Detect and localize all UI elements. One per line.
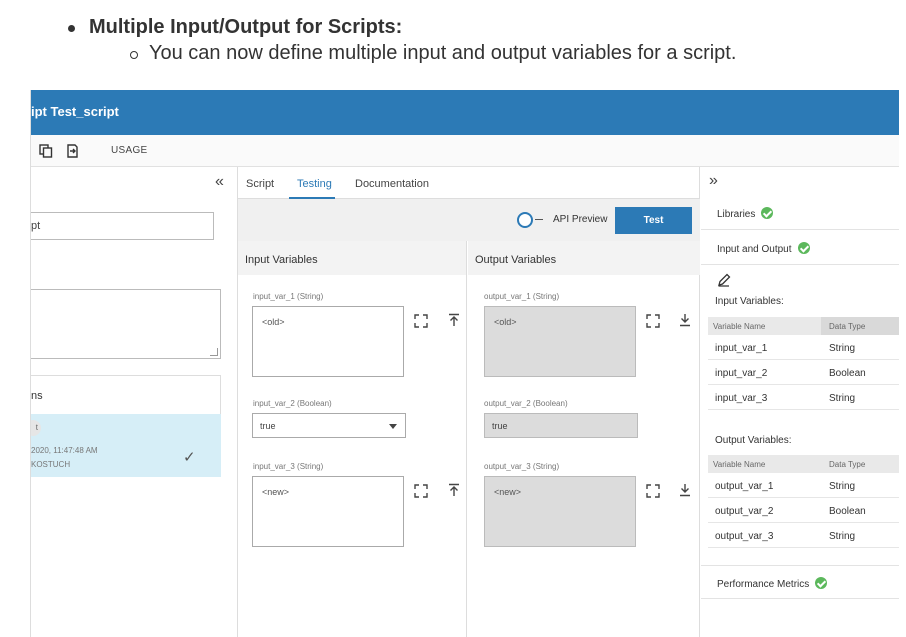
- input-variables-column: Input Variables input_var_1 (String) <ol…: [238, 241, 467, 637]
- performance-metrics-section[interactable]: Performance Metrics: [701, 565, 899, 599]
- bullet-dot-icon: [68, 25, 75, 32]
- api-preview-toggle[interactable]: [517, 212, 533, 228]
- expand-right-icon[interactable]: »: [709, 172, 718, 190]
- chevron-down-icon: [389, 424, 397, 429]
- title-bar: ipt Test_script: [31, 90, 899, 135]
- upload-icon[interactable]: [447, 483, 461, 497]
- input-variables-header: Input Variables: [238, 241, 466, 275]
- column-variable-name: Variable Name: [713, 460, 766, 469]
- doc-bullets: Multiple Input/Output for Scripts: You c…: [0, 0, 906, 88]
- libraries-section[interactable]: Libraries: [701, 196, 899, 230]
- export-icon[interactable]: [65, 144, 79, 158]
- row-variable-name: output_var_1: [715, 481, 774, 492]
- download-icon[interactable]: [678, 483, 692, 497]
- row-data-type: String: [829, 481, 856, 492]
- right-panel: » Libraries Input and Output Input Varia…: [701, 167, 899, 637]
- row-data-type: String: [829, 343, 856, 354]
- output-var-1-label: output_var_1 (String): [484, 292, 560, 301]
- check-circle-icon: [761, 207, 774, 219]
- output-variables-title: Output Variables:: [715, 435, 792, 446]
- check-circle-icon: [815, 577, 828, 589]
- performance-metrics-label: Performance Metrics: [717, 579, 810, 590]
- version-user: KOSTUCH: [31, 460, 71, 469]
- row-variable-name: output_var_3: [715, 531, 774, 542]
- output-var-1-field: <old>: [484, 306, 636, 377]
- row-variable-name: input_var_2: [715, 368, 768, 379]
- window-title: ipt Test_script: [31, 104, 119, 119]
- output-var-3-label: output_var_3 (String): [484, 462, 560, 471]
- left-panel: « pt ns t 2020, 11:47:48 AM KOSTUCH ✓: [31, 167, 238, 637]
- input-var-1-field[interactable]: <old>: [252, 306, 404, 377]
- collapse-left-icon[interactable]: «: [215, 173, 224, 191]
- column-variable-name: Variable Name: [713, 322, 766, 331]
- center-panel: Script Testing Documentation API Preview…: [238, 167, 700, 637]
- bullet-circle-icon: [130, 51, 138, 59]
- column-data-type: Data Type: [829, 322, 866, 331]
- version-item-selected[interactable]: t 2020, 11:47:48 AM KOSTUCH ✓: [31, 414, 221, 477]
- api-preview-label: API Preview: [553, 214, 608, 225]
- row-data-type: String: [829, 393, 856, 404]
- table-row: input_var_1 String: [708, 335, 899, 360]
- input-var-2-value: true: [260, 421, 276, 431]
- input-var-1-label: input_var_1 (String): [253, 292, 324, 301]
- expand-icon[interactable]: [414, 314, 428, 328]
- tab-bar: Script Testing Documentation: [238, 167, 700, 199]
- output-var-2-field: true: [484, 413, 638, 438]
- input-output-label: Input and Output: [717, 244, 792, 255]
- bullet-sub-text: You can now define multiple input and ou…: [149, 42, 737, 64]
- row-data-type: Boolean: [829, 506, 866, 517]
- test-action-bar: API Preview Test: [238, 199, 700, 241]
- table-row: output_var_1 String: [708, 473, 899, 498]
- tab-script[interactable]: Script: [246, 178, 274, 190]
- output-variables-header: Output Variables: [468, 241, 700, 275]
- row-variable-name: input_var_3: [715, 393, 768, 404]
- description-textarea[interactable]: [31, 289, 221, 359]
- avatar: t: [31, 420, 41, 436]
- table-header: Variable Name Data Type: [708, 455, 899, 473]
- tab-documentation[interactable]: Documentation: [355, 178, 429, 190]
- column-data-type: Data Type: [829, 460, 866, 469]
- tab-testing[interactable]: Testing: [297, 178, 332, 190]
- output-var-3-field: <new>: [484, 476, 636, 547]
- libraries-label: Libraries: [717, 209, 756, 220]
- output-variables-column: Output Variables output_var_1 (String) <…: [468, 241, 700, 637]
- upload-icon[interactable]: [447, 313, 461, 327]
- row-variable-name: input_var_1: [715, 343, 768, 354]
- input-var-2-select[interactable]: true: [252, 413, 406, 438]
- versions-header: ns: [31, 390, 43, 402]
- script-name-input[interactable]: pt: [31, 212, 214, 240]
- pencil-icon[interactable]: [717, 273, 731, 287]
- row-variable-name: output_var_2: [715, 506, 774, 517]
- checkmark-icon: ✓: [183, 449, 196, 466]
- input-var-3-field[interactable]: <new>: [252, 476, 404, 547]
- usage-button[interactable]: USAGE: [111, 145, 148, 156]
- table-row: input_var_3 String: [708, 385, 899, 410]
- table-row: input_var_2 Boolean: [708, 360, 899, 385]
- input-variables-title: Input Variables:: [715, 296, 784, 307]
- toggle-track: [535, 219, 543, 220]
- download-icon[interactable]: [678, 313, 692, 327]
- expand-icon[interactable]: [646, 314, 660, 328]
- expand-icon[interactable]: [414, 484, 428, 498]
- input-var-2-label: input_var_2 (Boolean): [253, 399, 332, 408]
- table-row: output_var_3 String: [708, 523, 899, 548]
- copy-icon[interactable]: [39, 144, 53, 158]
- table-header: Variable Name Data Type: [708, 317, 899, 335]
- resize-grip-icon[interactable]: [210, 348, 218, 356]
- script-editor-window: ipt Test_script USAGE « pt ns t 2020, 11…: [30, 90, 899, 637]
- bullet-title: Multiple Input/Output for Scripts:: [89, 16, 403, 38]
- versions-list: ns t 2020, 11:47:48 AM KOSTUCH ✓: [31, 375, 221, 477]
- input-var-3-label: input_var_3 (String): [253, 462, 324, 471]
- test-button[interactable]: Test: [615, 207, 692, 234]
- row-data-type: String: [829, 531, 856, 542]
- output-var-2-label: output_var_2 (Boolean): [484, 399, 568, 408]
- check-circle-icon: [797, 242, 810, 254]
- toolbar: USAGE: [31, 135, 899, 167]
- expand-icon[interactable]: [646, 484, 660, 498]
- version-date: 2020, 11:47:48 AM: [31, 446, 98, 455]
- row-data-type: Boolean: [829, 368, 866, 379]
- input-output-section[interactable]: Input and Output: [701, 231, 899, 265]
- table-row: output_var_2 Boolean: [708, 498, 899, 523]
